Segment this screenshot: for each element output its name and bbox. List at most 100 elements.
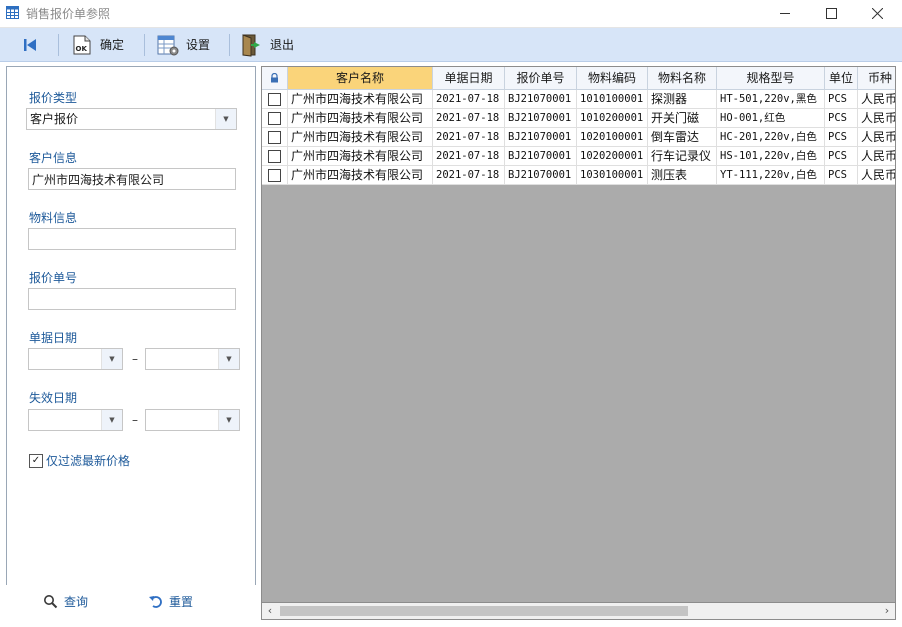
column-header[interactable]: 单据日期 — [433, 67, 505, 90]
row-checkbox[interactable] — [268, 169, 281, 182]
grid-header: 客户名称 单据日期 报价单号 物料编码 物料名称 规格型号 单位 币种 — [262, 67, 895, 90]
toolbar-separator — [144, 34, 145, 56]
minimize-icon — [779, 13, 790, 14]
expiry-date-label: 失效日期 — [29, 391, 78, 405]
column-header[interactable]: 物料编码 — [577, 67, 648, 90]
table-cell: 开关门磁 — [648, 109, 717, 128]
row-checkbox[interactable] — [268, 150, 281, 163]
table-cell: 人民币 — [858, 109, 895, 128]
table-cell: 倒车雷达 — [648, 128, 717, 147]
date-range-separator: – — [132, 413, 138, 427]
customer-value: 广州市四海技术有限公司 — [32, 173, 165, 187]
table-cell: 1020100001 — [577, 128, 648, 147]
table-cell: 行车记录仪 — [648, 147, 717, 166]
column-header[interactable]: 规格型号 — [717, 67, 825, 90]
table-cell: BJ21070001 — [505, 109, 577, 128]
table-row[interactable]: 广州市四海技术有限公司 2021-07-18 BJ21070001 101020000… — [262, 109, 895, 128]
table-cell: HO-001,红色 — [717, 109, 825, 128]
column-header[interactable]: 物料名称 — [648, 67, 717, 90]
chevron-down-icon[interactable]: ▼ — [218, 349, 239, 369]
scrollbar-thumb[interactable] — [280, 606, 688, 616]
first-record-icon — [24, 38, 36, 51]
table-cell: 人民币 — [858, 90, 895, 109]
table-cell: BJ21070001 — [505, 166, 577, 185]
quote-type-label: 报价类型 — [29, 91, 78, 105]
close-button[interactable] — [854, 0, 900, 27]
material-field[interactable] — [28, 228, 236, 250]
table-cell: BJ21070001 — [505, 128, 577, 147]
search-button[interactable]: 查询 — [43, 593, 88, 610]
reset-button[interactable]: 重置 — [148, 593, 193, 610]
table-cell: HC-201,220v,白色 — [717, 128, 825, 147]
quote-no-field[interactable] — [28, 288, 236, 310]
table-cell: 1030100001 — [577, 166, 648, 185]
table-cell: 广州市四海技术有限公司 — [288, 147, 433, 166]
table-cell: PCS — [825, 147, 858, 166]
table-row[interactable]: 广州市四海技术有限公司 2021-07-18 BJ21070001 102020000… — [262, 147, 895, 166]
table-row[interactable]: 广州市四海技术有限公司 2021-07-18 BJ21070001 101010000… — [262, 90, 895, 109]
chevron-down-icon[interactable]: ▼ — [101, 410, 122, 430]
row-select-cell — [262, 147, 288, 166]
row-select-cell — [262, 90, 288, 109]
svg-text:OK: OK — [76, 45, 88, 53]
table-cell: 人民币 — [858, 128, 895, 147]
ok-icon: OK — [73, 35, 91, 54]
row-checkbox[interactable] — [268, 112, 281, 125]
horizontal-scrollbar[interactable]: ‹ › — [261, 603, 896, 620]
settings-label: 设置 — [186, 38, 211, 52]
table-cell: 1020200001 — [577, 147, 648, 166]
column-header[interactable]: 报价单号 — [505, 67, 577, 90]
expiry-date-to[interactable]: ▼ — [145, 409, 240, 431]
exit-button[interactable]: 退出 — [240, 28, 294, 61]
lock-icon[interactable] — [262, 67, 288, 90]
undo-icon — [149, 596, 162, 608]
scroll-left-icon[interactable]: ‹ — [263, 604, 277, 618]
column-header[interactable]: 单位 — [825, 67, 858, 90]
window-title: 销售报价单参照 — [26, 7, 111, 21]
quote-type-select[interactable]: 客户报价 ▼ — [26, 108, 237, 130]
row-checkbox[interactable] — [268, 93, 281, 106]
confirm-button[interactable]: OK 确定 — [70, 28, 124, 61]
column-header[interactable]: 客户名称 — [288, 67, 433, 90]
quote-no-label: 报价单号 — [29, 271, 78, 285]
toolbar: OK 确定 设置 退出 — [0, 28, 902, 62]
doc-date-from[interactable]: ▼ — [28, 348, 123, 370]
doc-date-to[interactable]: ▼ — [145, 348, 240, 370]
table-cell: HS-101,220v,白色 — [717, 147, 825, 166]
table-cell: YT-111,220v,白色 — [717, 166, 825, 185]
table-row[interactable]: 广州市四海技术有限公司 2021-07-18 BJ21070001 102010000… — [262, 128, 895, 147]
first-record-button[interactable] — [22, 28, 38, 61]
table-cell: 1010200001 — [577, 109, 648, 128]
table-cell: 测压表 — [648, 166, 717, 185]
row-select-cell — [262, 166, 288, 185]
filter-panel: 报价类型 客户报价 ▼ 客户信息 广州市四海技术有限公司 物料信息 报价单号 单… — [6, 66, 256, 586]
close-icon — [871, 8, 883, 19]
row-select-cell — [262, 109, 288, 128]
latest-price-checkbox[interactable]: ✓ — [29, 454, 43, 468]
chevron-down-icon[interactable]: ▼ — [101, 349, 122, 369]
search-label: 查询 — [64, 595, 89, 609]
scroll-right-icon[interactable]: › — [880, 604, 894, 618]
chevron-down-icon[interactable]: ▼ — [215, 109, 236, 129]
customer-field[interactable]: 广州市四海技术有限公司 — [28, 168, 236, 190]
settings-button[interactable]: 设置 — [156, 28, 210, 61]
column-header[interactable]: 币种 — [858, 67, 895, 90]
table-cell: 人民币 — [858, 166, 895, 185]
table-cell: PCS — [825, 109, 858, 128]
expiry-date-from[interactable]: ▼ — [28, 409, 123, 431]
table-cell: PCS — [825, 166, 858, 185]
exit-label: 退出 — [270, 38, 295, 52]
table-cell: PCS — [825, 90, 858, 109]
doc-date-label: 单据日期 — [29, 331, 78, 345]
maximize-button[interactable] — [808, 0, 854, 27]
table-cell: 2021-07-18 — [433, 147, 505, 166]
table-cell: BJ21070001 — [505, 147, 577, 166]
table-cell: 广州市四海技术有限公司 — [288, 166, 433, 185]
minimize-button[interactable] — [762, 0, 808, 27]
table-row[interactable]: 广州市四海技术有限公司 2021-07-18 BJ21070001 103010000… — [262, 166, 895, 185]
quote-grid[interactable]: 客户名称 单据日期 报价单号 物料编码 物料名称 规格型号 单位 币种 广州市四海技术有限公司… — [261, 66, 896, 603]
chevron-down-icon[interactable]: ▼ — [218, 410, 239, 430]
confirm-label: 确定 — [100, 38, 125, 52]
row-checkbox[interactable] — [268, 131, 281, 144]
reset-label: 重置 — [169, 595, 194, 609]
